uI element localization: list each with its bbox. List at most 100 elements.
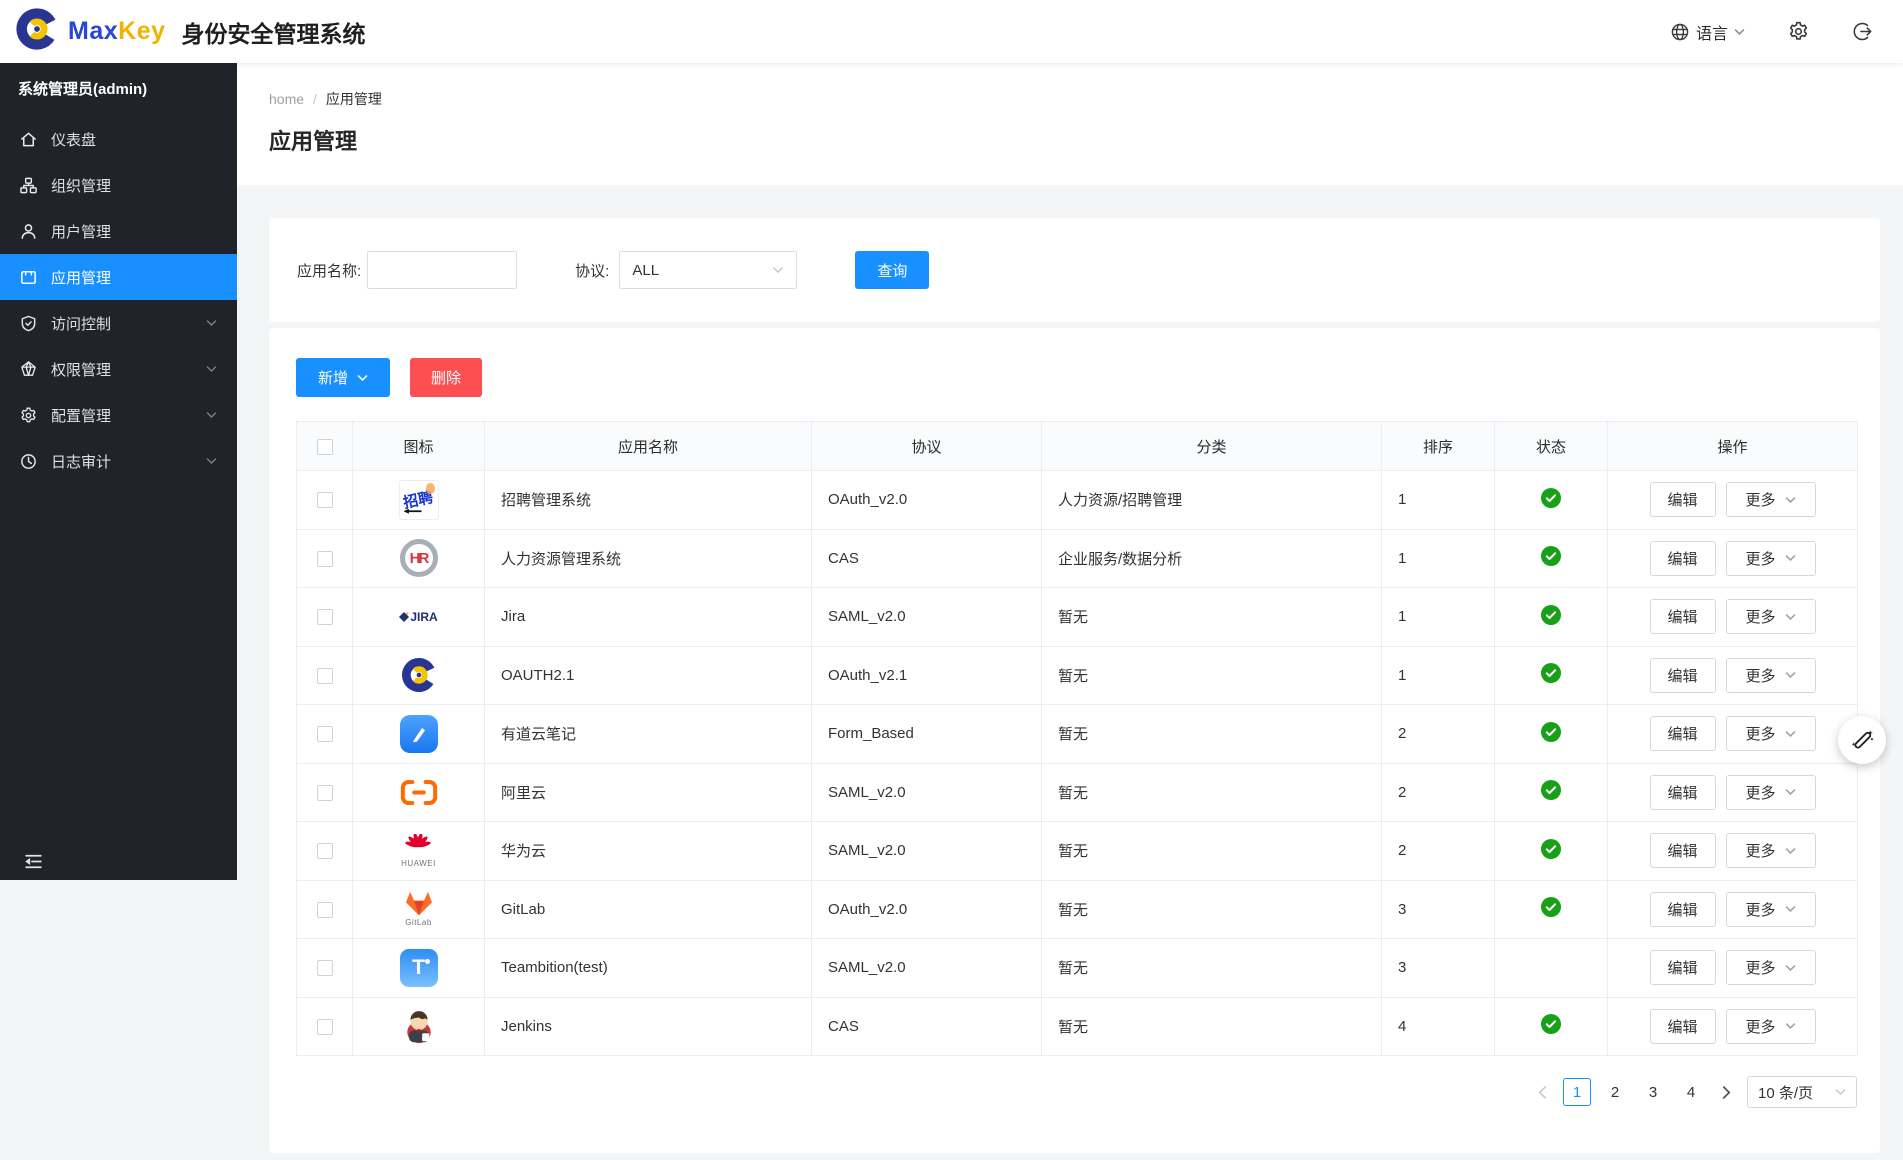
row-checkbox[interactable] [317,551,333,567]
more-button[interactable]: 更多 [1726,716,1816,751]
edit-button[interactable]: 编辑 [1650,599,1716,634]
sidebar-item-applications[interactable]: 应用管理 [0,254,237,300]
previous-page-icon[interactable] [1531,1078,1553,1106]
globe-icon [1670,22,1690,42]
sidebar-item-users[interactable]: 用户管理 [0,208,237,254]
sort-value: 4 [1398,1018,1406,1035]
page-number-4[interactable]: 4 [1677,1078,1705,1106]
more-button[interactable]: 更多 [1726,950,1816,985]
category-cell: 暂无 [1042,588,1382,647]
edit-button[interactable]: 编辑 [1650,1009,1716,1044]
more-button[interactable]: 更多 [1726,599,1816,634]
magic-wand-icon [1849,727,1876,754]
category-value: 暂无 [1058,843,1088,860]
app-name: OAUTH2.1 [501,667,574,684]
category-cell: 暂无 [1042,880,1382,939]
maxkey-logo-icon [14,6,60,57]
category-value: 人力资源/招聘管理 [1058,492,1182,509]
app-name-input[interactable] [367,251,517,289]
page-number-3[interactable]: 3 [1639,1078,1667,1106]
app-name: 阿里云 [501,785,546,802]
status-enabled-icon [1541,663,1561,683]
sidebar-item-access-control[interactable]: 访问控制 [0,300,237,346]
row-select-cell [297,529,353,588]
shield-check-icon [18,313,38,333]
row-checkbox[interactable] [317,1019,333,1035]
sidebar-item-organizations[interactable]: 组织管理 [0,162,237,208]
applications-icon [18,267,38,287]
row-checkbox[interactable] [317,785,333,801]
status-enabled-icon [1541,488,1561,508]
sidebar-item-configuration[interactable]: 配置管理 [0,392,237,438]
sidebar-collapse-icon[interactable] [20,848,46,874]
more-button[interactable]: 更多 [1726,892,1816,927]
edit-button[interactable]: 编辑 [1650,775,1716,810]
edit-button[interactable]: 编辑 [1650,541,1716,576]
status-cell [1495,705,1608,764]
page-number-1[interactable]: 1 [1563,1078,1591,1106]
chevron-down-icon [1785,671,1796,679]
more-button[interactable]: 更多 [1726,833,1816,868]
logout-icon[interactable] [1852,21,1873,42]
language-switcher[interactable]: 语言 [1670,20,1745,44]
row-checkbox[interactable] [317,726,333,742]
breadcrumb: home / 应用管理 [269,89,1903,109]
delete-button[interactable]: 删除 [410,358,482,397]
sort-value: 2 [1398,725,1406,742]
edit-button[interactable]: 编辑 [1650,950,1716,985]
table-row: 有道云笔记 Form_Based 暂无 2 编辑 更多 [297,705,1858,764]
pagination: 1 2 3 4 10 条/页 [1531,1076,1857,1108]
jenkins-app-icon [353,998,484,1056]
app-name-cell: OAUTH2.1 [485,646,812,705]
more-button[interactable]: 更多 [1726,541,1816,576]
protocol-cell: OAuth_v2.1 [812,646,1042,705]
row-icon-cell [353,705,485,764]
actions-cell: 编辑 更多 [1608,997,1858,1056]
sidebar-item-permissions[interactable]: 权限管理 [0,346,237,392]
edit-button[interactable]: 编辑 [1650,892,1716,927]
row-checkbox[interactable] [317,960,333,976]
row-checkbox[interactable] [317,609,333,625]
app-name-cell: 人力资源管理系统 [485,529,812,588]
edit-button[interactable]: 编辑 [1650,658,1716,693]
settings-gear-icon[interactable] [1787,20,1810,43]
edit-button[interactable]: 编辑 [1650,716,1716,751]
breadcrumb-home-link[interactable]: home [269,91,304,107]
row-select-cell [297,763,353,822]
more-button[interactable]: 更多 [1726,658,1816,693]
next-page-icon[interactable] [1715,1078,1737,1106]
category-value: 暂无 [1058,785,1088,802]
edit-button[interactable]: 编辑 [1650,833,1716,868]
status-cell [1495,588,1608,647]
theme-wand-button[interactable] [1838,716,1886,764]
row-select-cell [297,588,353,647]
row-checkbox[interactable] [317,843,333,859]
page-size-select[interactable]: 10 条/页 [1747,1076,1857,1108]
protocol-select[interactable]: ALL [619,251,797,289]
row-select-cell [297,997,353,1056]
more-button[interactable]: 更多 [1726,1009,1816,1044]
row-checkbox[interactable] [317,492,333,508]
row-icon-cell: GitLab [353,880,485,939]
more-button[interactable]: 更多 [1726,482,1816,517]
more-button[interactable]: 更多 [1726,775,1816,810]
table-row: JIRA Jira SAML_v2.0 暂无 1 编辑 更多 [297,588,1858,647]
page-header-section: home / 应用管理 应用管理 [237,63,1903,185]
add-button[interactable]: 新增 [296,358,390,397]
search-button[interactable]: 查询 [855,251,929,289]
status-cell [1495,471,1608,530]
app-name-cell: Jenkins [485,997,812,1056]
column-header-protocol: 协议 [812,422,1042,471]
protocol-value: CAS [828,550,859,567]
row-checkbox[interactable] [317,668,333,684]
table-row: HUAWEI 华为云 SAML_v2.0 暂无 2 编辑 更多 [297,822,1858,881]
row-checkbox[interactable] [317,902,333,918]
select-all-checkbox[interactable] [317,439,333,455]
category-cell: 暂无 [1042,763,1382,822]
sidebar-item-audit-logs[interactable]: 日志审计 [0,438,237,484]
actions-cell: 编辑 更多 [1608,471,1858,530]
edit-button[interactable]: 编辑 [1650,482,1716,517]
page-number-2[interactable]: 2 [1601,1078,1629,1106]
chevron-down-icon [1835,1088,1846,1096]
sidebar-item-dashboard[interactable]: 仪表盘 [0,116,237,162]
